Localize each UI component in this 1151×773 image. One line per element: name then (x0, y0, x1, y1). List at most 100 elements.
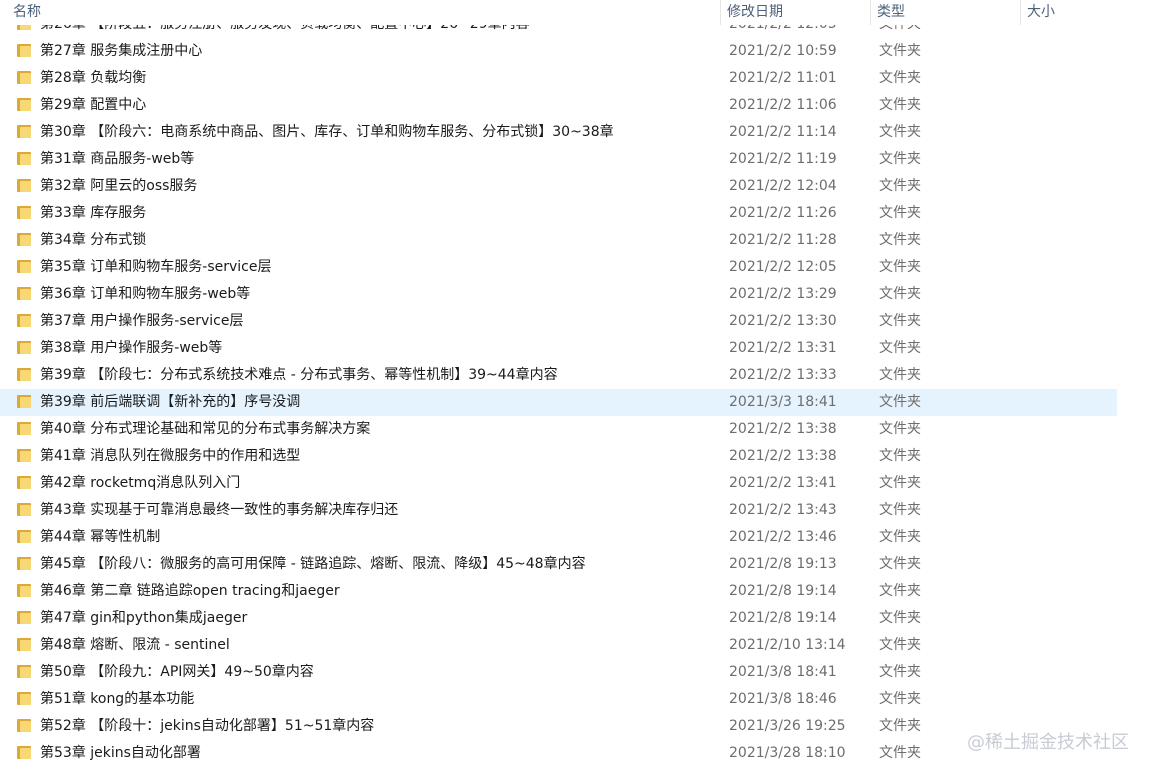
file-name: 第45章 【阶段八：微服务的高可用保障 - 链路追踪、熔断、限流、降级】45~4… (40, 556, 586, 572)
file-type: 文件夹 (879, 556, 921, 572)
file-type: 文件夹 (879, 583, 921, 599)
file-modified-date: 2021/2/8 19:14 (729, 583, 837, 599)
file-type: 文件夹 (879, 691, 921, 707)
file-name: 第41章 消息队列在微服务中的作用和选型 (40, 448, 301, 464)
file-modified-date: 2021/2/2 13:31 (729, 340, 837, 356)
file-row[interactable]: 第39章 前后端联调【新补充的】序号没调 2021/3/3 18:41 文件夹 (0, 389, 1117, 416)
file-row[interactable]: 第43章 实现基于可靠消息最终一致性的事务解决库存归还 2021/2/2 13:4… (0, 497, 1117, 524)
file-row[interactable]: 第32章 阿里云的oss服务 2021/2/2 12:04 文件夹 (0, 173, 1117, 200)
file-name: 第39章 【阶段七：分布式系统技术难点 - 分布式事务、幂等性机制】39~44章… (40, 367, 558, 383)
file-type: 文件夹 (879, 97, 921, 113)
file-name: 第34章 分布式锁 (40, 232, 147, 248)
file-name: 第51章 kong的基本功能 (40, 691, 195, 707)
column-header-bar: 名称 修改日期 类型 大小 (0, 0, 1121, 25)
file-type: 文件夹 (879, 475, 921, 491)
file-modified-date: 2021/2/2 13:46 (729, 529, 837, 545)
file-name: 第40章 分布式理论基础和常见的分布式事务解决方案 (40, 421, 371, 437)
file-modified-date: 2021/2/2 13:30 (729, 313, 837, 329)
file-row[interactable]: 第30章 【阶段六：电商系统中商品、图片、库存、订单和购物车服务、分布式锁】30… (0, 119, 1117, 146)
folder-icon (17, 44, 31, 57)
file-modified-date: 2021/3/8 18:46 (729, 691, 837, 707)
folder-icon (17, 476, 31, 489)
file-type: 文件夹 (879, 718, 921, 734)
file-row[interactable]: 第29章 配置中心 2021/2/2 11:06 文件夹 (0, 92, 1117, 119)
folder-icon (17, 719, 31, 732)
file-modified-date: 2021/2/8 19:13 (729, 556, 837, 572)
folder-icon (17, 503, 31, 516)
file-row[interactable]: 第47章 gin和python集成jaeger 2021/2/8 19:14 文件夹 (0, 605, 1117, 632)
file-explorer: 第26章 【阶段五：服务注册、服务发现、负载均衡、配置中心】26~29章内容20… (0, 0, 1151, 773)
file-row[interactable]: 第48章 熔断、限流 - sentinel 2021/2/10 13:14 文件夹 (0, 632, 1117, 659)
file-row[interactable]: 第37章 用户操作服务-service层 2021/2/2 13:30 文件夹 (0, 308, 1117, 335)
file-type: 文件夹 (879, 151, 921, 167)
file-modified-date: 2021/2/2 11:01 (729, 70, 837, 86)
file-type: 文件夹 (879, 259, 921, 275)
file-row[interactable]: 第42章 rocketmq消息队列入门 2021/2/2 13:41 文件夹 (0, 470, 1117, 497)
folder-icon (17, 206, 31, 219)
column-header-name[interactable]: 名称 (0, 0, 721, 25)
file-row[interactable]: 第50章 【阶段九：API网关】49~50章内容 2021/3/8 18:41 文件… (0, 659, 1117, 686)
file-row[interactable]: 第39章 【阶段七：分布式系统技术难点 - 分布式事务、幂等性机制】39~44章… (0, 362, 1117, 389)
file-type: 文件夹 (879, 502, 921, 518)
file-type: 文件夹 (879, 529, 921, 545)
file-row[interactable]: 第28章 负载均衡 2021/2/2 11:01 文件夹 (0, 65, 1117, 92)
folder-icon (17, 125, 31, 138)
file-row[interactable]: 第38章 用户操作服务-web等 2021/2/2 13:31 文件夹 (0, 335, 1117, 362)
file-row[interactable]: 第44章 幂等性机制 2021/2/2 13:46 文件夹 (0, 524, 1117, 551)
file-modified-date: 2021/2/2 13:33 (729, 367, 837, 383)
folder-icon (17, 179, 31, 192)
file-row[interactable]: 第46章 第二章 链路追踪open tracing和jaeger 2021/2/8… (0, 578, 1117, 605)
file-type: 文件夹 (879, 70, 921, 86)
file-type: 文件夹 (879, 178, 921, 194)
file-modified-date: 2021/2/2 12:04 (729, 178, 837, 194)
folder-icon (17, 746, 31, 759)
file-modified-date: 2021/3/8 18:41 (729, 664, 837, 680)
file-modified-date: 2021/2/2 13:43 (729, 502, 837, 518)
folder-icon (17, 368, 31, 381)
file-type: 文件夹 (879, 286, 921, 302)
file-modified-date: 2021/2/2 10:59 (729, 43, 837, 59)
file-row[interactable]: 第35章 订单和购物车服务-service层 2021/2/2 12:05 文件夹 (0, 254, 1117, 281)
file-modified-date: 2021/2/2 13:38 (729, 421, 837, 437)
file-row[interactable]: 第45章 【阶段八：微服务的高可用保障 - 链路追踪、熔断、限流、降级】45~4… (0, 551, 1117, 578)
file-name: 第33章 库存服务 (40, 205, 147, 221)
column-header-size[interactable]: 大小 (1021, 0, 1121, 25)
folder-icon (17, 530, 31, 543)
file-name: 第48章 熔断、限流 - sentinel (40, 637, 230, 653)
folder-icon (17, 557, 31, 570)
folder-icon (17, 314, 31, 327)
file-modified-date: 2021/2/8 19:14 (729, 610, 837, 626)
file-type: 文件夹 (879, 637, 921, 653)
file-row[interactable]: 第36章 订单和购物车服务-web等 2021/2/2 13:29 文件夹 (0, 281, 1117, 308)
folder-icon (17, 584, 31, 597)
folder-icon (17, 71, 31, 84)
file-row[interactable]: 第53章 jekins自动化部署 2021/3/28 18:10 文件夹 (0, 740, 1117, 767)
file-row[interactable]: 第33章 库存服务 2021/2/2 11:26 文件夹 (0, 200, 1117, 227)
file-name: 第50章 【阶段九：API网关】49~50章内容 (40, 664, 314, 680)
file-name: 第30章 【阶段六：电商系统中商品、图片、库存、订单和购物车服务、分布式锁】30… (40, 124, 614, 140)
file-name: 第42章 rocketmq消息队列入门 (40, 475, 241, 491)
file-modified-date: 2021/2/2 11:26 (729, 205, 837, 221)
folder-icon (17, 665, 31, 678)
file-row[interactable]: 第40章 分布式理论基础和常见的分布式事务解决方案 2021/2/2 13:38 文… (0, 416, 1117, 443)
file-name: 第31章 商品服务-web等 (40, 151, 195, 167)
file-modified-date: 2021/2/10 13:14 (729, 637, 846, 653)
file-type: 文件夹 (879, 421, 921, 437)
file-row[interactable]: 第31章 商品服务-web等 2021/2/2 11:19 文件夹 (0, 146, 1117, 173)
file-modified-date: 2021/2/2 11:19 (729, 151, 837, 167)
file-modified-date: 2021/2/2 12:05 (729, 259, 837, 275)
column-header-date[interactable]: 修改日期 (721, 0, 871, 25)
folder-icon (17, 395, 31, 408)
file-type: 文件夹 (879, 367, 921, 383)
file-row[interactable]: 第51章 kong的基本功能 2021/3/8 18:46 文件夹 (0, 686, 1117, 713)
file-name: 第29章 配置中心 (40, 97, 147, 113)
file-row[interactable]: 第27章 服务集成注册中心 2021/2/2 10:59 文件夹 (0, 38, 1117, 65)
file-type: 文件夹 (879, 610, 921, 626)
folder-icon (17, 611, 31, 624)
file-row[interactable]: 第52章 【阶段十：jekins自动化部署】51~51章内容 2021/3/26 … (0, 713, 1117, 740)
column-header-type[interactable]: 类型 (871, 0, 1021, 25)
file-row[interactable]: 第41章 消息队列在微服务中的作用和选型 2021/2/2 13:38 文件夹 (0, 443, 1117, 470)
file-row[interactable]: 第34章 分布式锁 2021/2/2 11:28 文件夹 (0, 227, 1117, 254)
file-modified-date: 2021/2/2 11:28 (729, 232, 837, 248)
file-modified-date: 2021/2/2 11:06 (729, 97, 837, 113)
